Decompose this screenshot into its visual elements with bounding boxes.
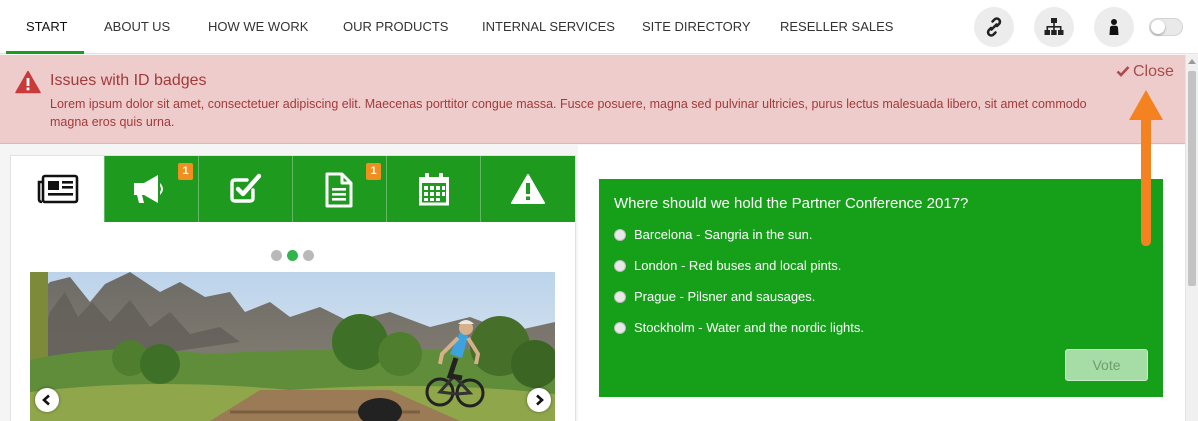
scroll-thumb[interactable] (1188, 71, 1196, 286)
poll-widget: Where should we hold the Partner Confere… (599, 179, 1163, 397)
radio-button[interactable] (614, 229, 626, 241)
poll-question: Where should we hold the Partner Confere… (614, 195, 969, 212)
tab-badge: 1 (366, 163, 381, 180)
alert-title: Issues with ID badges (50, 72, 207, 89)
top-navigation: START ABOUT US HOW WE WORK OUR PRODUCTS … (0, 0, 1198, 54)
alert-message: Lorem ipsum dolor sit amet, consectetuer… (50, 97, 1087, 129)
chevron-right-icon (536, 394, 544, 406)
nav-item-our-products[interactable]: OUR PRODUCTS (343, 0, 448, 54)
tab-announcements[interactable]: 1 (104, 156, 198, 222)
nav-item-reseller-sales[interactable]: RESELLER SALES (780, 0, 893, 54)
nav-item-internal-services[interactable]: INTERNAL SERVICES (482, 0, 615, 54)
chevron-left-icon (42, 394, 50, 406)
close-button[interactable]: Close (1116, 63, 1174, 81)
nav-item-about-us[interactable]: ABOUT US (104, 0, 170, 54)
megaphone-icon (134, 175, 163, 203)
checkmark-icon (1116, 66, 1130, 77)
sitemap-icon (1044, 18, 1064, 35)
close-label: Close (1133, 63, 1174, 80)
nav-item-start[interactable]: START (26, 0, 67, 54)
carousel-next-button[interactable] (527, 388, 551, 412)
radio-button[interactable] (614, 260, 626, 272)
warning-icon (15, 70, 41, 94)
settings-toggle[interactable] (1149, 18, 1183, 36)
poll-option-label: Barcelona - Sangria in the sun. (634, 227, 813, 242)
radio-button[interactable] (614, 291, 626, 303)
link-button[interactable] (974, 7, 1014, 47)
carousel-dot[interactable] (303, 250, 314, 261)
annotation-arrow (1129, 90, 1163, 246)
carousel-dot[interactable] (287, 250, 298, 261)
tab-badge: 1 (178, 163, 193, 180)
carousel-dot[interactable] (271, 250, 282, 261)
warning-icon (511, 174, 545, 204)
sitemap-button[interactable] (1034, 7, 1074, 47)
tab-tasks[interactable] (198, 156, 292, 222)
toggle-knob (1151, 20, 1165, 34)
nav-item-site-directory[interactable]: SITE DIRECTORY (642, 0, 751, 54)
poll-option-label: London - Red buses and local pints. (634, 258, 842, 273)
newspaper-icon (37, 174, 79, 204)
carousel-prev-button[interactable] (35, 388, 59, 412)
radio-button[interactable] (614, 322, 626, 334)
tab-alerts[interactable] (480, 156, 575, 222)
tab-documents[interactable]: 1 (292, 156, 386, 222)
user-button[interactable] (1094, 7, 1134, 47)
link-icon (986, 17, 1002, 37)
alert-banner: Issues with ID badges Lorem ipsum dolor … (0, 55, 1185, 144)
poll-option-label: Stockholm - Water and the nordic lights. (634, 320, 865, 335)
mountain-biker-photo (30, 272, 555, 421)
document-icon (325, 172, 353, 208)
carousel-slide-image (30, 272, 555, 421)
calendar-icon (419, 173, 449, 206)
checkbox-icon (230, 173, 262, 203)
active-nav-indicator (6, 51, 84, 54)
vote-button[interactable]: Vote (1065, 349, 1148, 381)
scroll-up-arrow[interactable] (1188, 59, 1196, 64)
vertical-scrollbar[interactable] (1185, 55, 1198, 421)
poll-option-label: Prague - Pilsner and sausages. (634, 289, 816, 304)
tab-news[interactable] (11, 156, 105, 222)
tab-calendar[interactable] (386, 156, 480, 222)
user-icon (1109, 19, 1119, 35)
nav-item-how-we-work[interactable]: HOW WE WORK (208, 0, 308, 54)
